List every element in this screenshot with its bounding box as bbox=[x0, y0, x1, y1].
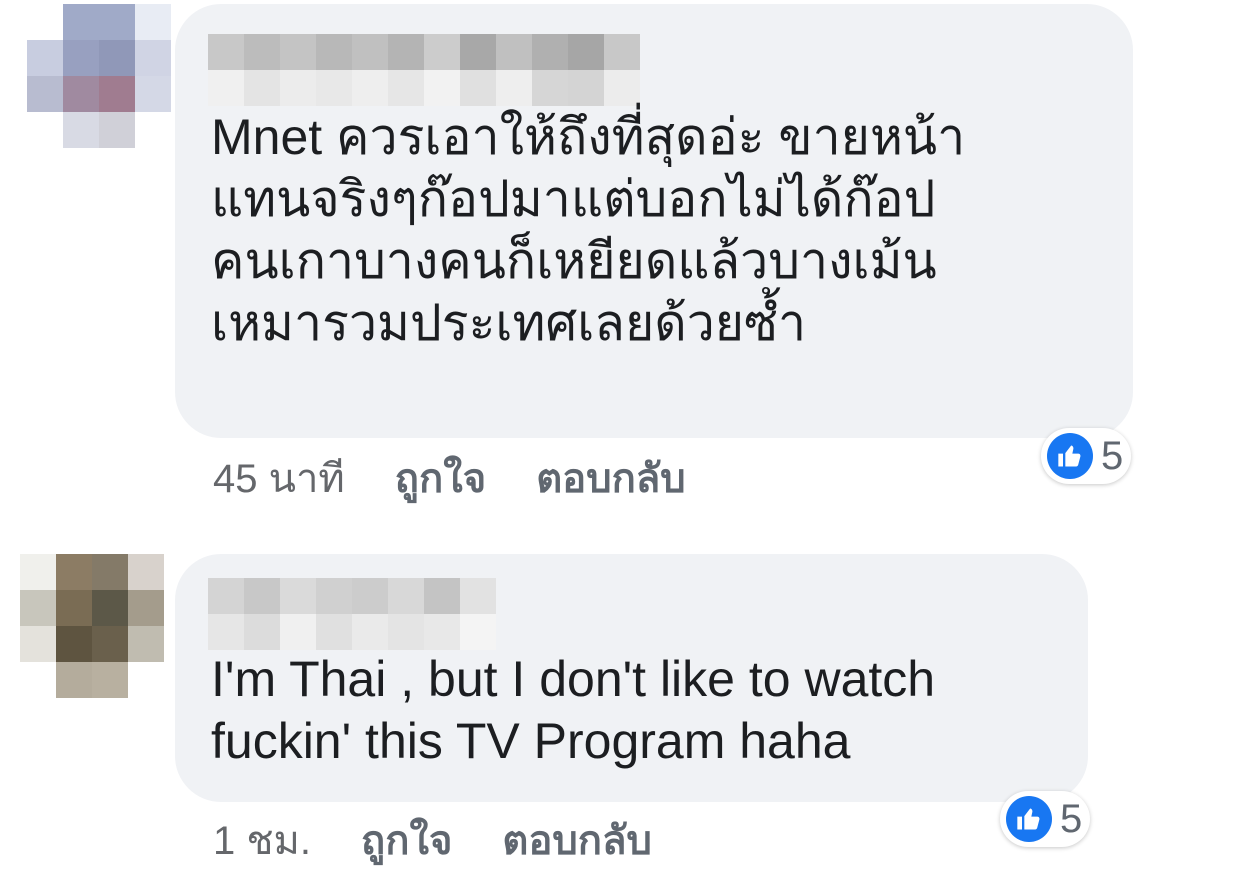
blur-pixel bbox=[63, 40, 99, 76]
blur-pixel bbox=[388, 70, 424, 106]
blur-pixel bbox=[128, 590, 164, 626]
blur-pixel bbox=[92, 590, 128, 626]
blur-pixel bbox=[63, 4, 99, 40]
thumbs-up-icon bbox=[1047, 433, 1093, 479]
blur-pixel bbox=[99, 76, 135, 112]
comment-bubble: Mnet ควรเอาให้ถึงที่สุดอ่ะ ขายหน้า แทนจร… bbox=[175, 4, 1133, 438]
blur-pixel bbox=[92, 662, 128, 698]
reply-link[interactable]: ตอบกลับ bbox=[536, 457, 686, 501]
avatar[interactable] bbox=[20, 554, 164, 698]
blur-pixel bbox=[316, 614, 352, 650]
blur-pixel bbox=[244, 614, 280, 650]
blur-pixel bbox=[56, 554, 92, 590]
reaction-count: 5 bbox=[1060, 796, 1083, 841]
blur-pixel bbox=[460, 34, 496, 70]
blur-pixel bbox=[244, 578, 280, 614]
comment-text: I'm Thai , but I don't like to watch fuc… bbox=[211, 651, 936, 769]
blur-pixel bbox=[424, 614, 460, 650]
blur-pixel bbox=[316, 34, 352, 70]
blur-pixel bbox=[316, 70, 352, 106]
blur-pixel bbox=[604, 34, 640, 70]
blur-pixel bbox=[244, 34, 280, 70]
blur-pixel bbox=[27, 76, 63, 112]
blur-pixel bbox=[352, 578, 388, 614]
blur-pixel bbox=[56, 626, 92, 662]
blur-pixel bbox=[604, 70, 640, 106]
blur-pixel bbox=[280, 578, 316, 614]
blur-pixel bbox=[128, 662, 164, 698]
blur-pixel bbox=[460, 578, 496, 614]
blur-pixel bbox=[27, 112, 63, 148]
avatar[interactable] bbox=[27, 4, 171, 148]
blur-pixel bbox=[20, 662, 56, 698]
blur-pixel bbox=[496, 70, 532, 106]
blur-pixel bbox=[63, 76, 99, 112]
blur-pixel bbox=[568, 70, 604, 106]
blur-pixel bbox=[128, 626, 164, 662]
comment-bubble: I'm Thai , but I don't like to watch fuc… bbox=[175, 554, 1088, 802]
blur-pixel bbox=[352, 34, 388, 70]
blur-pixel bbox=[20, 590, 56, 626]
blur-pixel bbox=[532, 34, 568, 70]
blur-pixel bbox=[388, 34, 424, 70]
blur-pixel bbox=[208, 70, 244, 106]
blur-pixel bbox=[460, 70, 496, 106]
timestamp[interactable]: 1 ชม. bbox=[213, 819, 311, 863]
comment-meta: 1 ชม. ถูกใจ ตอบกลับ bbox=[213, 817, 652, 865]
blur-pixel bbox=[208, 578, 244, 614]
blur-pixel bbox=[424, 70, 460, 106]
blur-pixel bbox=[92, 626, 128, 662]
blur-pixel bbox=[27, 40, 63, 76]
blur-pixel bbox=[352, 614, 388, 650]
blur-pixel bbox=[20, 554, 56, 590]
blur-pixel bbox=[424, 34, 460, 70]
blur-pixel bbox=[460, 614, 496, 650]
blur-pixel bbox=[388, 578, 424, 614]
comment-meta: 45 นาที ถูกใจ ตอบกลับ bbox=[213, 455, 686, 503]
blur-pixel bbox=[316, 578, 352, 614]
blur-pixel bbox=[280, 70, 316, 106]
blur-pixel bbox=[99, 112, 135, 148]
blur-pixel bbox=[99, 40, 135, 76]
like-link[interactable]: ถูกใจ bbox=[361, 819, 452, 863]
blur-pixel bbox=[128, 554, 164, 590]
blur-pixel bbox=[280, 34, 316, 70]
reply-link[interactable]: ตอบกลับ bbox=[502, 819, 652, 863]
blur-pixel bbox=[99, 4, 135, 40]
blur-pixel bbox=[135, 112, 171, 148]
author-name-blurred[interactable] bbox=[208, 34, 640, 106]
blur-pixel bbox=[532, 70, 568, 106]
timestamp[interactable]: 45 นาที bbox=[213, 457, 345, 501]
blur-pixel bbox=[63, 112, 99, 148]
blur-pixel bbox=[135, 4, 171, 40]
blur-pixel bbox=[56, 662, 92, 698]
blur-pixel bbox=[92, 554, 128, 590]
blur-pixel bbox=[208, 614, 244, 650]
blur-pixel bbox=[135, 40, 171, 76]
thumbs-up-icon bbox=[1006, 796, 1052, 842]
blur-pixel bbox=[208, 34, 244, 70]
comment-text: Mnet ควรเอาให้ถึงที่สุดอ่ะ ขายหน้า แทนจร… bbox=[211, 109, 966, 351]
blur-pixel bbox=[56, 590, 92, 626]
blur-pixel bbox=[27, 4, 63, 40]
blur-pixel bbox=[496, 34, 532, 70]
blur-pixel bbox=[244, 70, 280, 106]
reaction-badge[interactable]: 5 bbox=[1041, 428, 1132, 484]
blur-pixel bbox=[388, 614, 424, 650]
blur-pixel bbox=[568, 34, 604, 70]
blur-pixel bbox=[424, 578, 460, 614]
blur-pixel bbox=[352, 70, 388, 106]
blur-pixel bbox=[135, 76, 171, 112]
author-name-blurred[interactable] bbox=[208, 578, 496, 650]
like-link[interactable]: ถูกใจ bbox=[395, 457, 486, 501]
blur-pixel bbox=[20, 626, 56, 662]
blur-pixel bbox=[280, 614, 316, 650]
reaction-badge[interactable]: 5 bbox=[1000, 791, 1091, 847]
reaction-count: 5 bbox=[1101, 433, 1124, 478]
